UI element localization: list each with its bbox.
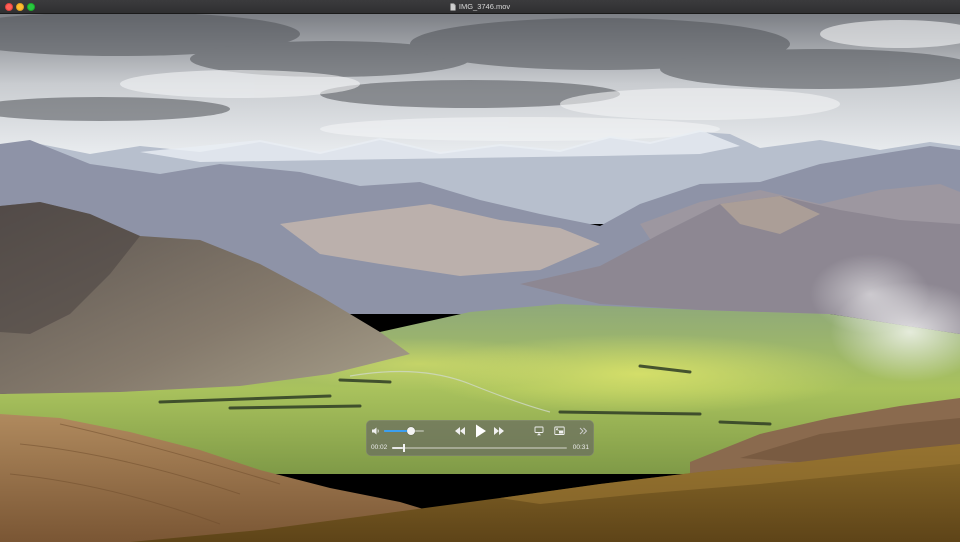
playhead[interactable] [403, 444, 405, 452]
timeline-progress [392, 447, 404, 449]
video-image [0, 14, 960, 542]
fast-forward-icon[interactable] [493, 426, 505, 436]
volume-slider[interactable] [384, 427, 424, 435]
duration: 00:31 [572, 444, 589, 451]
timeline-scrubber[interactable] [392, 444, 567, 452]
close-button[interactable] [5, 3, 13, 11]
minimize-button[interactable] [16, 3, 24, 11]
title-bar[interactable]: IMG_3746.mov [0, 0, 960, 14]
rewind-icon[interactable] [454, 426, 466, 436]
video-frame[interactable] [0, 14, 960, 542]
picture-in-picture-icon[interactable] [554, 426, 565, 436]
volume-knob[interactable] [406, 427, 415, 435]
speaker-icon[interactable] [371, 426, 381, 436]
playback-controls: 00:02 00:31 [366, 420, 594, 456]
chevrons-right-icon[interactable] [579, 426, 588, 436]
current-time: 00:02 [371, 444, 388, 451]
fullscreen-button[interactable] [27, 3, 35, 11]
play-icon[interactable] [474, 423, 487, 439]
document-icon [450, 3, 456, 11]
window-title: IMG_3746.mov [458, 2, 511, 11]
airplay-icon[interactable] [534, 426, 544, 436]
